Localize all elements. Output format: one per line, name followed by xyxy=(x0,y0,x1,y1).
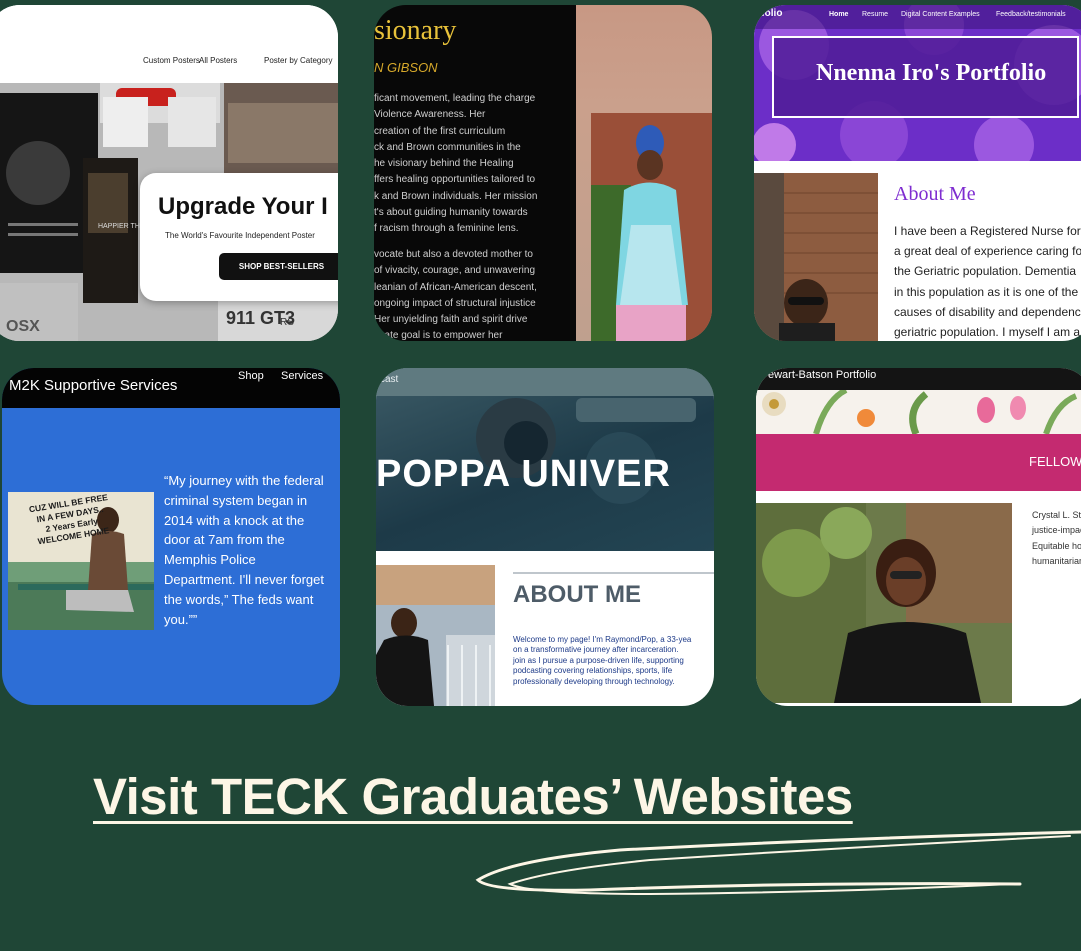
poppa-title: POPPA UNIVER xyxy=(376,453,671,495)
decorative-swoosh xyxy=(475,830,1081,896)
portfolio-nav: tfolio Home Resume Digital Content Examp… xyxy=(754,5,1081,29)
shop-best-sellers-button[interactable]: SHOP BEST-SELLERS xyxy=(219,253,338,280)
welcome-text: Welcome to my page! I'm Raymond/Pop, a 3… xyxy=(513,635,692,686)
m2k-brand[interactable]: M2K Supportive Services xyxy=(9,377,177,394)
poster-site-card[interactable]: Custom Posters All Posters Poster by Cat… xyxy=(0,5,338,341)
poster-text: RS xyxy=(280,317,294,328)
woman-portrait-photo xyxy=(591,113,712,341)
nav-feedback[interactable]: Feedback/testimonials xyxy=(996,11,1066,18)
about-me-heading: ABOUT ME xyxy=(513,581,641,608)
m2k-site-card[interactable]: M2K Supportive Services Shop Services CU… xyxy=(2,368,340,705)
poppa-site-card[interactable]: cast POPPA UNIVER ABOUT ME Welcome to my… xyxy=(376,368,714,706)
nav-digital-content[interactable]: Digital Content Examples xyxy=(901,11,980,18)
nav-custom-posters[interactable]: Custom Posters xyxy=(143,56,200,65)
nurse-photo xyxy=(754,173,878,341)
floral-banner xyxy=(756,390,1081,434)
poster-site-nav: Custom Posters All Posters Poster by Cat… xyxy=(0,5,338,83)
fellow-banner: FELLOW xyxy=(756,434,1081,491)
welcome-home-photo: CUZ WILL BE FREE IN A FEW DAYS.. 2 Years… xyxy=(8,492,154,630)
visit-graduates-link[interactable]: Visit TECK Graduates’ Websites xyxy=(93,767,853,826)
visionary-name: N GIBSON xyxy=(374,60,438,75)
poster-text: OSX xyxy=(6,318,40,335)
visionary-paragraph: vocate but also a devoted mother to of v… xyxy=(374,249,537,341)
m2k-quote: “My journey with the federal criminal sy… xyxy=(164,473,324,627)
m2k-header: M2K Supportive Services Shop Services xyxy=(2,368,340,408)
portfolio-logo[interactable]: tfolio xyxy=(758,8,782,19)
popup-subtitle: The World's Favourite Independent Poster xyxy=(165,231,315,240)
visionary-paragraph: ficant movement, leading the charge Viol… xyxy=(374,93,538,235)
popup-title: Upgrade Your I xyxy=(158,193,328,220)
nav-resume[interactable]: Resume xyxy=(862,11,888,18)
stewart-portfolio-title[interactable]: ewart-Batson Portfolio xyxy=(768,369,876,381)
visionary-title: sionary xyxy=(374,15,457,46)
about-me-text: I have been a Registered Nurse for a gre… xyxy=(894,224,1081,340)
crystal-photo xyxy=(756,503,1012,703)
stewart-top-bar: ewart-Batson Portfolio xyxy=(756,368,1081,390)
nav-home[interactable]: Home xyxy=(829,11,848,18)
portfolio-title: Nnenna Iro's Portfolio xyxy=(816,60,1047,86)
about-me-heading: About Me xyxy=(894,183,976,205)
crystal-bio-text: Crystal L. Ste justice-impac Equitable h… xyxy=(1032,510,1081,566)
podcast-tag: cast xyxy=(380,374,399,385)
nav-all-posters[interactable]: All Posters xyxy=(199,56,237,65)
section-divider xyxy=(513,572,714,574)
raymond-photo xyxy=(376,565,495,706)
nav-poster-by-category[interactable]: Poster by Category xyxy=(264,56,332,65)
stewart-batson-card[interactable]: ewart-Batson Portfolio FELLOW Crystal L.… xyxy=(756,368,1081,706)
portfolio-title-box: Nnenna Iro's Portfolio xyxy=(772,36,1079,118)
visionary-photo-panel xyxy=(576,5,712,341)
visionary-site-card[interactable]: sionary N GIBSON ficant movement, leadin… xyxy=(374,5,712,341)
nav-shop[interactable]: Shop xyxy=(238,370,264,382)
poster-popup: Upgrade Your I The World's Favourite Ind… xyxy=(140,173,338,301)
nnenna-portfolio-card[interactable]: tfolio Home Resume Digital Content Examp… xyxy=(754,5,1081,341)
nav-services[interactable]: Services xyxy=(281,370,323,382)
fellow-label: FELLOW xyxy=(1029,454,1081,469)
